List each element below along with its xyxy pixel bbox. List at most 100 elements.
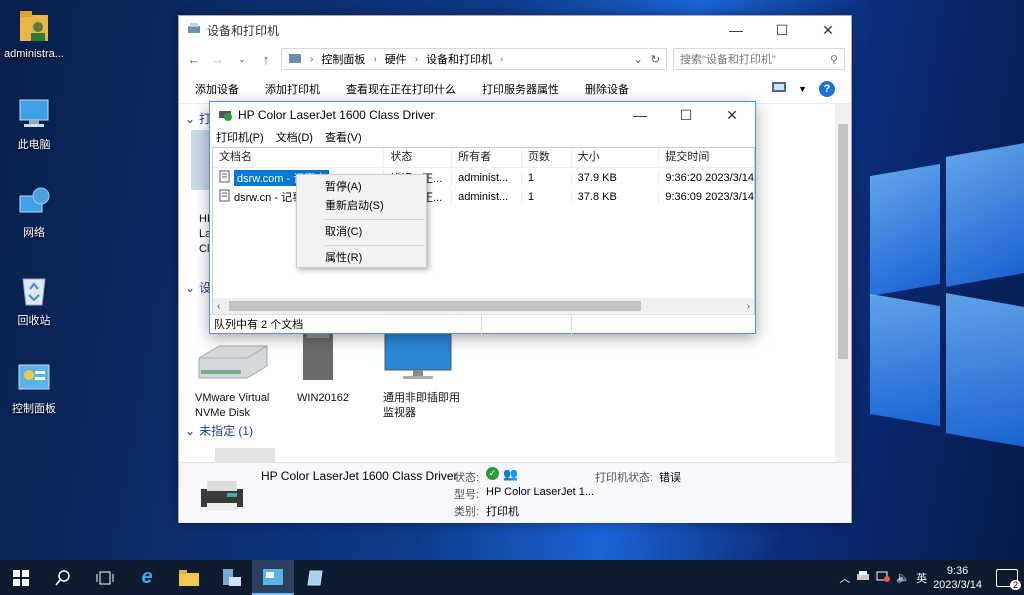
help-icon[interactable]: ? — [819, 80, 835, 97]
taskbar-clock[interactable]: 9:36 2023/3/14 — [933, 564, 982, 592]
search-button[interactable] — [42, 560, 84, 595]
taskbar: e ︿ 🔈 英 9:36 2023/3/14 2 — [0, 560, 1024, 595]
forward-icon[interactable]: → — [209, 52, 227, 67]
details-printer-status-label: 打印机状态: — [595, 472, 654, 484]
menu-item-pause[interactable]: 暂停(A) — [297, 178, 426, 197]
column-submitted[interactable]: 提交时间 — [659, 148, 754, 167]
menu-printer[interactable]: 打印机(P) — [216, 129, 264, 145]
taskbar-file-explorer[interactable] — [168, 560, 210, 595]
breadcrumb-devices-printers[interactable]: 设备和打印机 — [426, 51, 492, 67]
queue-titlebar: HP Color LaserJet 1600 Class Driver — ☐ … — [210, 102, 755, 128]
group-printers-header[interactable]: ⌄ 打 — [185, 110, 211, 127]
desktop-icon-label: 此电脑 — [17, 139, 51, 151]
desktop-icon-user-folder[interactable]: administra... — [0, 8, 68, 60]
column-document-name[interactable]: 文档名 — [213, 148, 385, 167]
queue-list-header: 文档名 状态 所有者 页数 大小 提交时间 — [213, 148, 754, 168]
scroll-left-icon[interactable]: ‹ — [217, 301, 220, 312]
details-category-label: 类别: — [454, 506, 480, 518]
queue-maximize-button[interactable]: ☐ — [663, 101, 709, 129]
column-status[interactable]: 状态 — [384, 148, 453, 167]
document-context-menu: 暂停(A) 重新启动(S) 取消(C) 属性(R) — [296, 174, 427, 268]
column-pages[interactable]: 页数 — [522, 148, 572, 167]
command-bar: 添加设备 添加打印机 查看现在正在打印什么 打印服务器属性 删除设备 ▼ ? — [179, 74, 851, 104]
print-server-properties-button[interactable]: 打印服务器属性 — [482, 81, 559, 97]
queue-title: HP Color LaserJet 1600 Class Driver — [238, 108, 435, 122]
nvme-disk-device[interactable]: VMware Virtual NVMe Disk — [195, 344, 275, 421]
notification-center-icon[interactable]: 2 — [996, 568, 1021, 590]
print-queue-window: HP Color LaserJet 1600 Class Driver — ☐ … — [209, 101, 756, 334]
minimize-button[interactable]: — — [713, 16, 759, 44]
scrollbar-thumb[interactable] — [838, 124, 848, 359]
user-folder-icon — [16, 8, 52, 44]
queue-minimize-button[interactable]: — — [617, 101, 663, 129]
vertical-scrollbar[interactable] — [835, 104, 851, 462]
task-view-icon — [96, 571, 114, 584]
menu-item-properties[interactable]: 属性(R) — [297, 249, 426, 268]
breadcrumb-control-panel[interactable]: 控制面板 — [321, 51, 365, 67]
desktop-icon-recycle-bin[interactable]: 回收站 — [0, 272, 68, 328]
address-bar[interactable]: › 控制面板 › 硬件 › 设备和打印机 › ⌄ ↻ — [281, 48, 667, 70]
internet-explorer-icon: e — [141, 566, 153, 588]
see-printing-button[interactable]: 查看现在正在打印什么 — [346, 81, 456, 97]
desktop-icon-control-panel[interactable]: 控制面板 — [0, 360, 68, 416]
menu-view[interactable]: 查看(V) — [325, 129, 362, 145]
file-explorer-icon — [179, 569, 199, 586]
menu-divider — [325, 245, 424, 246]
unspecified-device-icon[interactable] — [215, 448, 275, 462]
group-devices-header[interactable]: ⌄ 设 — [185, 279, 211, 296]
tray-printer-icon[interactable] — [856, 570, 870, 585]
horizontal-scrollbar[interactable]: ‹ › — [213, 298, 754, 314]
clock-time: 9:36 — [946, 564, 969, 577]
breadcrumb-hardware[interactable]: 硬件 — [385, 51, 407, 67]
queue-row-size: 37.9 KB — [572, 171, 660, 184]
view-options-icon[interactable] — [772, 82, 787, 95]
start-button[interactable] — [0, 560, 42, 595]
tray-volume-icon[interactable]: 🔈 — [896, 571, 910, 584]
window-titlebar: 设备和打印机 — ☐ ✕ — [179, 16, 851, 44]
add-device-button[interactable]: 添加设备 — [195, 81, 239, 97]
queue-row[interactable]: dsrw.com - 记事本 错误 - 正... administ... 1 3… — [213, 168, 754, 187]
taskbar-ie[interactable]: e — [126, 560, 168, 595]
group-unspecified-header[interactable]: ⌄ 未指定 (1) — [185, 422, 253, 439]
back-icon[interactable]: ← — [185, 52, 203, 67]
notification-count: 2 — [1009, 579, 1021, 590]
column-size[interactable]: 大小 — [572, 148, 660, 167]
taskbar-server-manager[interactable] — [210, 560, 252, 595]
remove-device-button[interactable]: 删除设备 — [585, 81, 629, 97]
close-button[interactable]: ✕ — [805, 16, 851, 44]
desktop-icon-this-pc[interactable]: 此电脑 — [0, 96, 68, 152]
windows-logo-icon — [13, 569, 29, 586]
refresh-icon[interactable]: ↻ — [651, 53, 660, 66]
search-box[interactable]: 搜索"设备和打印机" ⚲ — [673, 48, 845, 70]
task-view-button[interactable] — [84, 560, 126, 595]
group-unspecified-label: 未指定 (1) — [199, 424, 254, 438]
menu-item-cancel[interactable]: 取消(C) — [297, 223, 426, 242]
printer-shield-icon — [218, 107, 232, 124]
tray-ime-indicator[interactable]: 英 — [916, 570, 927, 586]
queue-row[interactable]: dsrw.cn - 记事本 错误 - 正... administ... 1 37… — [213, 187, 754, 206]
menu-item-restart[interactable]: 重新启动(S) — [297, 197, 426, 216]
scrollbar-thumb[interactable] — [229, 301, 641, 311]
up-icon[interactable]: ↑ — [257, 52, 275, 67]
add-printer-button[interactable]: 添加打印机 — [265, 81, 320, 97]
tray-network-icon[interactable] — [876, 570, 891, 585]
monitor-device[interactable]: 通用非即插即用监视器 — [383, 328, 463, 421]
queue-close-button[interactable]: ✕ — [709, 101, 755, 129]
queue-status-text: 队列中有 2 个文档 — [210, 314, 482, 334]
recycle-bin-icon — [16, 272, 52, 308]
taskbar-notepad[interactable] — [294, 560, 336, 595]
queue-statusbar: 队列中有 2 个文档 — [210, 314, 755, 334]
desktop-icon-network[interactable]: 网络 — [0, 184, 68, 240]
control-panel-icon — [16, 360, 52, 396]
monitor-icon — [384, 329, 452, 379]
column-owner[interactable]: 所有者 — [452, 148, 522, 167]
view-dropdown-icon[interactable]: ▼ — [798, 84, 807, 94]
menu-document[interactable]: 文档(D) — [276, 129, 313, 145]
recent-chevron-icon[interactable]: ⌄ — [233, 54, 251, 65]
scroll-right-icon[interactable]: › — [747, 301, 750, 312]
taskbar-devices-printers[interactable] — [252, 560, 294, 595]
address-dropdown-icon[interactable]: ⌄ — [634, 53, 643, 66]
win20162-device[interactable]: WIN20162 — [297, 328, 377, 406]
tray-expand-icon[interactable]: ︿ — [839, 570, 850, 586]
maximize-button[interactable]: ☐ — [759, 16, 805, 44]
